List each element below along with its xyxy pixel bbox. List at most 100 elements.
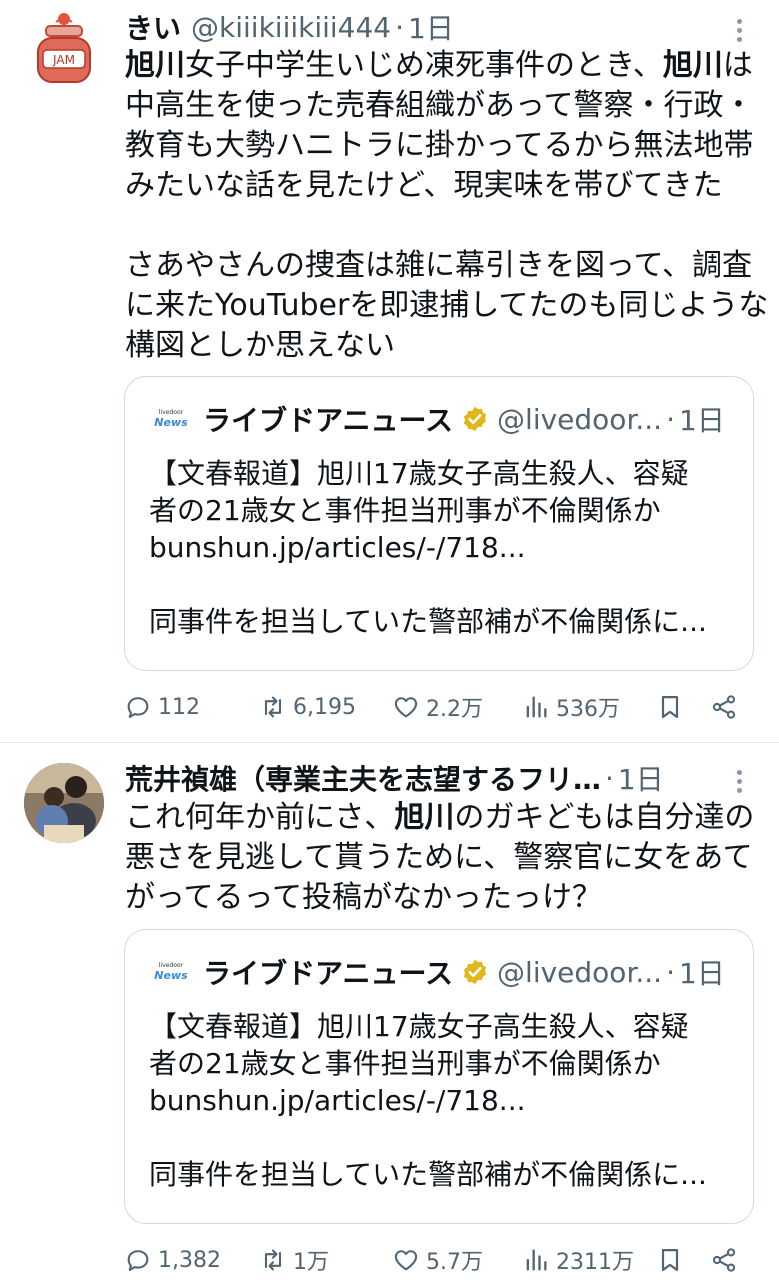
text-segment: 中高生を使った売春組織があって警察・行政・ bbox=[125, 88, 754, 123]
reply-count: 1,382 bbox=[158, 1247, 221, 1273]
retweet-count: 6,195 bbox=[293, 694, 356, 720]
retweet-icon bbox=[264, 1249, 282, 1271]
tweet-text-line: に来たYouTuberを即逮捕してたのも同じような bbox=[125, 286, 768, 326]
retweet-count: 1万 bbox=[293, 1250, 329, 1275]
retweet-icon bbox=[264, 696, 282, 718]
separator-dot: · bbox=[395, 10, 405, 44]
avatar[interactable] bbox=[24, 763, 104, 843]
reply-button[interactable]: 112 bbox=[124, 687, 200, 727]
avatar-label: JAM bbox=[52, 53, 75, 67]
reply-button[interactable]: 1,382 bbox=[124, 1240, 221, 1280]
share-button[interactable] bbox=[710, 687, 744, 727]
views-count: 2311万 bbox=[556, 1250, 634, 1275]
like-button[interactable]: 5.7万 bbox=[392, 1240, 483, 1280]
user-handle[interactable]: @kiiikiiikiii444 bbox=[191, 11, 391, 44]
text-segment: 悪さを見逃して貰うために、警察官に女をあて bbox=[125, 840, 753, 875]
bookmark-icon bbox=[661, 1248, 679, 1272]
separator-dot: · bbox=[666, 402, 675, 436]
quoted-user-handle: @livedoor... bbox=[497, 955, 663, 989]
jam-jar-avatar-image: JAM bbox=[37, 13, 91, 83]
share-button[interactable] bbox=[710, 1240, 744, 1280]
quoted-tweet-header: livedoor News ライブドアニュース @livedoor... · 1… bbox=[151, 952, 733, 992]
bookmark-icon bbox=[661, 695, 679, 719]
user-name[interactable]: きい bbox=[125, 7, 181, 47]
like-count: 5.7万 bbox=[426, 1250, 483, 1275]
tweet-text-line: 構図としか思えない bbox=[125, 326, 755, 366]
quoted-summary: 同事件を担当していた警部補が不倫関係に... bbox=[149, 1158, 707, 1191]
tweet-text-line: 旭川女子中学生いじめ凍死事件のとき、旭川は bbox=[125, 46, 755, 86]
bookmark-button[interactable] bbox=[656, 1240, 690, 1280]
text-segment: は bbox=[722, 48, 753, 83]
livedoor-news-logo-icon: livedoor News bbox=[154, 409, 188, 429]
text-segment: さあやさんの捜査は雑に幕引きを図って、調査 bbox=[125, 248, 752, 283]
quoted-summary: 同事件を担当していた警部補が不倫関係に... bbox=[149, 605, 707, 638]
text-segment: 構図としか思えない bbox=[125, 328, 395, 363]
tweet-text: 旭川女子中学生いじめ凍死事件のとき、旭川は 中高生を使った売春組織があって警察・行… bbox=[125, 46, 768, 366]
reply-icon bbox=[127, 697, 149, 718]
tweet-text-line bbox=[125, 206, 755, 246]
tweet[interactable]: 荒井禎雄（専業主夫を志望するフリ… · 1日 これ何年か前にさ、旭川のガキどもは… bbox=[0, 743, 779, 1280]
verified-badge-icon bbox=[463, 406, 487, 432]
views-count: 536万 bbox=[556, 697, 620, 722]
retweet-button[interactable]: 6,195 bbox=[259, 687, 356, 727]
reply-count: 112 bbox=[158, 694, 200, 720]
highlighted-keyword: 旭川 bbox=[662, 48, 723, 83]
quoted-timestamp: 1日 bbox=[679, 957, 725, 990]
tweet[interactable]: JAM きい @kiiikiiikiii444 · 1日 旭川女子中学生いじめ凍… bbox=[0, 0, 779, 742]
highlighted-keyword: 旭川 bbox=[125, 48, 185, 83]
quoted-user-name: ライブドアニュース bbox=[203, 404, 454, 437]
quoted-user-handle: @livedoor... bbox=[497, 402, 663, 436]
views-button[interactable]: 536万 bbox=[522, 687, 620, 727]
text-segment: みたいな話を見たけど、現実味を帯びてきた bbox=[125, 168, 723, 203]
more-icon[interactable] bbox=[727, 763, 751, 799]
text-segment: がってるって投稿がなかったっけ？ bbox=[125, 880, 602, 915]
tweet-text-line: みたいな話を見たけど、現実味を帯びてきた bbox=[125, 166, 755, 206]
tweet-text-line: 悪さを見逃して貰うために、警察官に女をあて bbox=[125, 838, 755, 878]
views-icon bbox=[526, 1249, 547, 1271]
timestamp[interactable]: 1日 bbox=[408, 7, 454, 47]
user-photo-avatar-image bbox=[24, 763, 104, 843]
quoted-line: 【文春報道】旭川17歳女子高生殺人、容疑 bbox=[149, 457, 689, 490]
separator-dot: · bbox=[666, 955, 675, 989]
share-icon bbox=[712, 1248, 736, 1272]
quoted-link[interactable]: bunshun.jp/articles/-/718... bbox=[149, 1082, 733, 1119]
tweet-text: これ何年か前にさ、旭川のガキどもは自分達の 悪さを見逃して貰うために、警察官に女を… bbox=[125, 798, 755, 918]
share-icon bbox=[712, 695, 736, 719]
tweet-actions: 1,382 1万 5.7万 2311万 bbox=[124, 1240, 759, 1280]
reply-icon bbox=[127, 1250, 149, 1271]
highlighted-keyword: 旭川 bbox=[394, 800, 455, 835]
tweet-header: 荒井禎雄（専業主夫を志望するフリ… · 1日 bbox=[125, 756, 709, 800]
quoted-tweet[interactable]: livedoor News ライブドアニュース @livedoor... · 1… bbox=[124, 929, 754, 1224]
text-segment: 女子中学生いじめ凍死事件のとき、 bbox=[185, 48, 663, 83]
quoted-tweet-header: livedoor News ライブドアニュース @livedoor... · 1… bbox=[151, 399, 733, 439]
quoted-tweet[interactable]: livedoor News ライブドアニュース @livedoor... · 1… bbox=[124, 376, 754, 671]
tweet-text-line: これ何年か前にさ、旭川のガキどもは自分達の bbox=[125, 798, 755, 838]
text-segment: のガキどもは自分達の bbox=[454, 800, 755, 835]
tweet-header: きい @kiiikiiikiii444 · 1日 bbox=[125, 5, 709, 49]
verified-badge-icon bbox=[463, 959, 487, 985]
retweet-button[interactable]: 1万 bbox=[259, 1240, 329, 1280]
livedoor-news-logo-icon: livedoor News bbox=[154, 962, 188, 982]
tweet-actions: 112 6,195 2.2万 536万 bbox=[124, 687, 759, 727]
heart-icon bbox=[394, 1250, 418, 1271]
tweet-text-line: さあやさんの捜査は雑に幕引きを図って、調査 bbox=[125, 246, 755, 286]
views-icon bbox=[526, 696, 547, 718]
separator-dot: · bbox=[605, 761, 614, 795]
quoted-line: 者の21歳女と事件担当刑事が不倫関係か bbox=[149, 494, 661, 527]
views-button[interactable]: 2311万 bbox=[522, 1240, 634, 1280]
heart-icon bbox=[394, 697, 418, 718]
like-button[interactable]: 2.2万 bbox=[392, 687, 483, 727]
timestamp[interactable]: 1日 bbox=[618, 758, 664, 798]
avatar[interactable]: JAM bbox=[24, 10, 104, 90]
quoted-timestamp: 1日 bbox=[679, 404, 725, 437]
more-icon[interactable] bbox=[727, 12, 751, 48]
tweet-text-line: がってるって投稿がなかったっけ？ bbox=[125, 878, 755, 918]
quoted-line: 者の21歳女と事件担当刑事が不倫関係か bbox=[149, 1047, 661, 1080]
text-segment: これ何年か前にさ、 bbox=[125, 800, 395, 835]
quoted-tweet-text: 【文春報道】旭川17歳女子高生殺人、容疑 者の21歳女と事件担当刑事が不倫関係か… bbox=[149, 455, 733, 640]
tweet-text-line: 中高生を使った売春組織があって警察・行政・ bbox=[125, 86, 755, 126]
user-name[interactable]: 荒井禎雄（専業主夫を志望するフリ… bbox=[125, 758, 601, 798]
bookmark-button[interactable] bbox=[656, 687, 690, 727]
quoted-link[interactable]: bunshun.jp/articles/-/718... bbox=[149, 529, 733, 566]
like-count: 2.2万 bbox=[426, 697, 483, 722]
